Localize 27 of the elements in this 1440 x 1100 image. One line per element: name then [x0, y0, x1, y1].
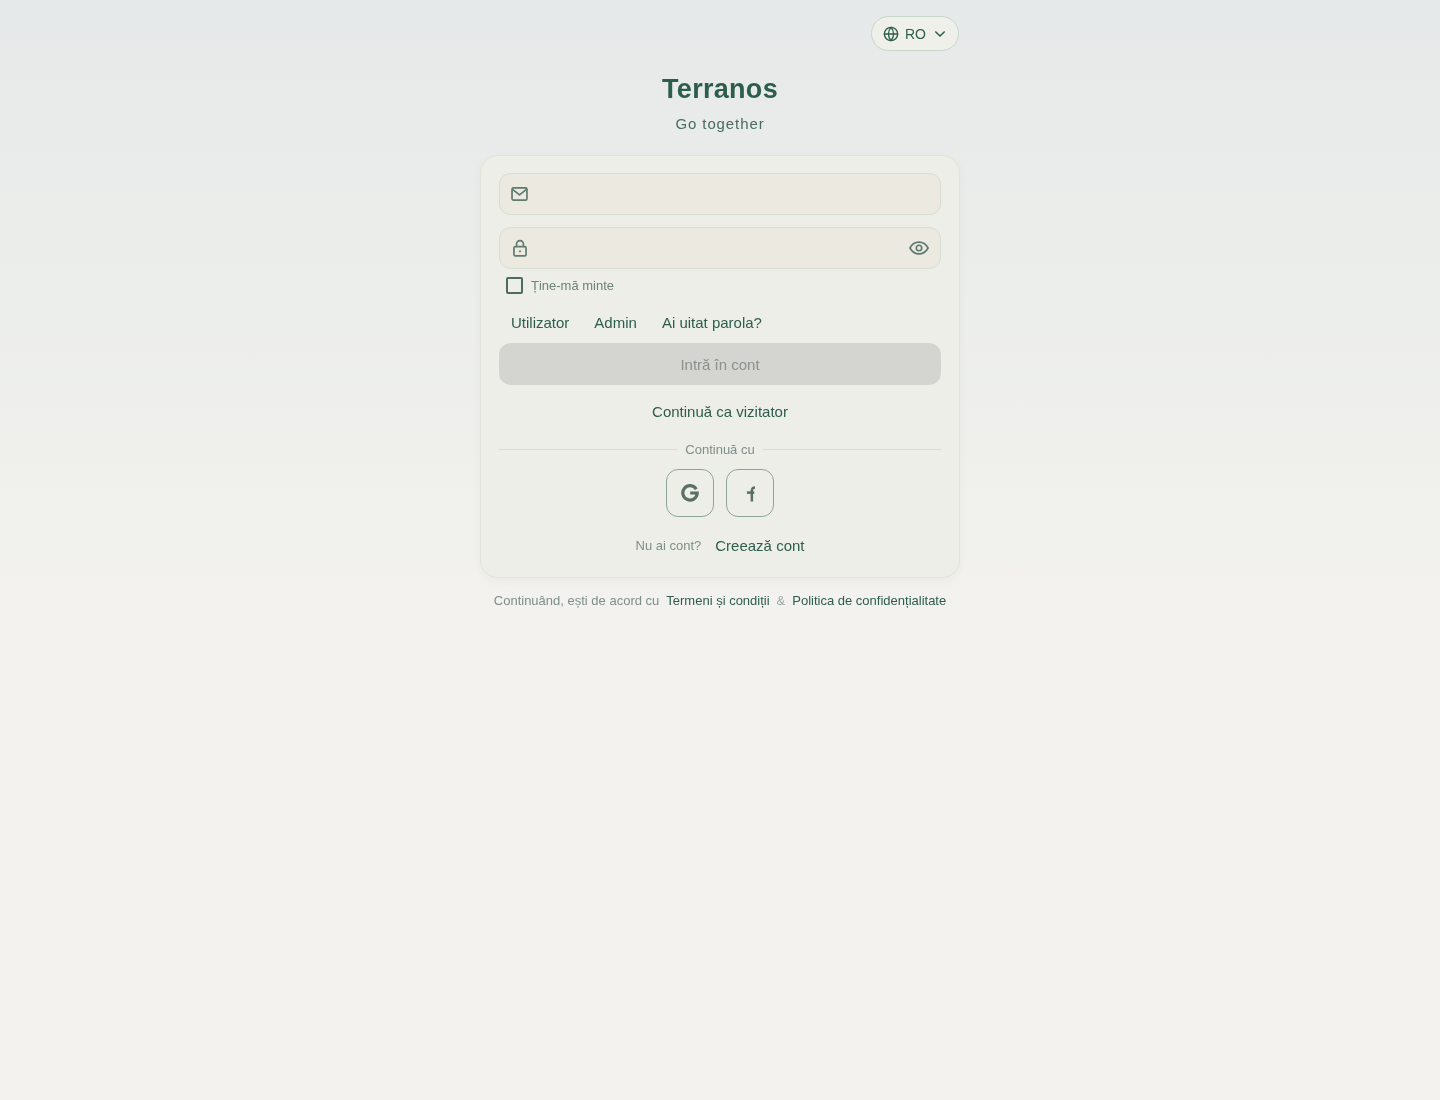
legal-link[interactable]: Termeni și condiții: [666, 593, 770, 608]
email-field[interactable]: [499, 173, 941, 215]
text-link[interactable]: Admin: [591, 311, 640, 333]
eye-icon[interactable]: [909, 241, 929, 255]
legal-link[interactable]: Politica de confidențialitate: [792, 593, 947, 608]
chevron-down-icon: [935, 30, 945, 37]
envelope-icon: [511, 187, 528, 201]
create-account-link[interactable]: Creează cont: [715, 537, 805, 554]
social-login-button[interactable]: [666, 469, 714, 517]
tagline: Go together: [674, 115, 766, 133]
g-logo-icon: [681, 484, 699, 502]
signup-prompt: Nu ai cont?: [635, 538, 702, 553]
ampersand: &: [776, 593, 786, 608]
remember-label: Ține-mă minte: [531, 277, 615, 293]
globe-icon: [883, 25, 899, 42]
guest-link[interactable]: Continuă ca vizitator: [652, 403, 788, 420]
text-link[interactable]: Ai uitat parola?: [658, 311, 765, 333]
app-title: Terranos: [661, 73, 779, 105]
text-link[interactable]: Utilizator: [508, 311, 573, 333]
password-field[interactable]: [499, 227, 941, 269]
f-logo-icon: [745, 484, 755, 502]
legal-notice: Continuând, ești de acord cu: [493, 593, 660, 608]
remember-checkbox[interactable]: [506, 276, 523, 294]
language-selector[interactable]: RO: [871, 16, 959, 51]
social-login-button[interactable]: [726, 469, 774, 517]
divider-label: Continuă cu: [685, 442, 755, 457]
padlock-icon: [513, 239, 527, 257]
